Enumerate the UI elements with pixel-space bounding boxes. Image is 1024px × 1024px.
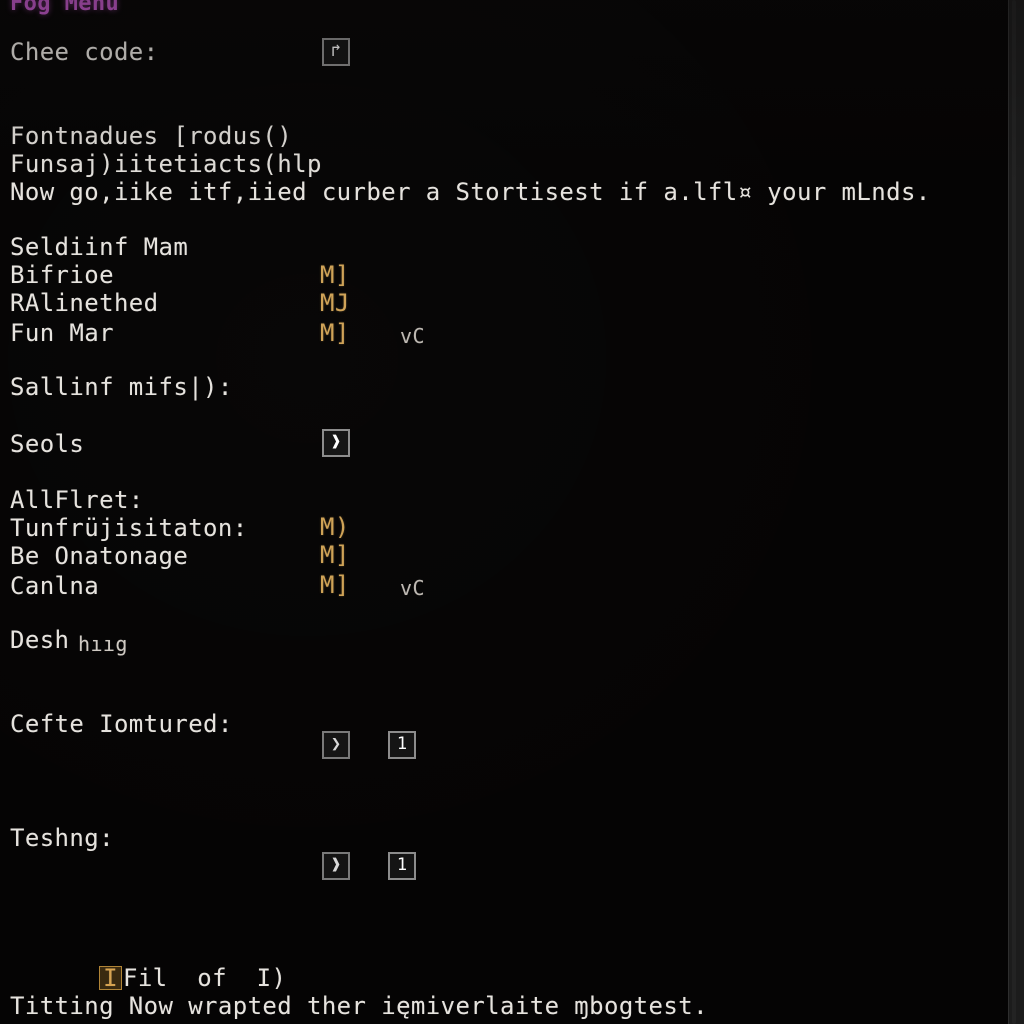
stepper-two-value-text: 1 [396, 855, 408, 875]
intro-line-1: Fontnadues [rodus() [10, 122, 293, 150]
vertical-scrollbar[interactable] [1008, 0, 1024, 1024]
footer-note: Titting Now wrapted ther ięmiverlaite ɱb… [10, 992, 708, 1020]
terminal-screen: Fog Menu Chee code: ↱ Fontnadues [rodus(… [0, 0, 1024, 1024]
stepper-one-label: Cefte Iomtured: [10, 710, 233, 738]
stepper-one-next-button[interactable]: ❯ [322, 731, 350, 759]
stepper-two-next-button[interactable]: ❱ [322, 852, 350, 880]
desh-suffix: hııg [78, 632, 128, 656]
cheat-code-toggle-button[interactable]: ↱ [322, 38, 350, 66]
cheat-code-label: Chee code: [10, 38, 159, 66]
group-one-row-0-label[interactable]: Bifrioe [10, 261, 114, 289]
group-one-row-2-label[interactable]: Fun Mar [10, 319, 114, 347]
terminal-content: Fog Menu Chee code: ↱ Fontnadues [rodus(… [0, 0, 1008, 1024]
calling-label: Sallinf mifs|): [10, 373, 233, 401]
curved-arrow-icon: ↱ [330, 41, 342, 61]
stepper-two-label: Teshng: [10, 824, 114, 852]
group-two-row-1-label[interactable]: Be Onatonage [10, 542, 188, 570]
scrollbar-thumb[interactable] [1012, 0, 1016, 1024]
stepper-one-value[interactable]: 1 [388, 731, 416, 759]
page-title: Fog Menu [10, 0, 120, 16]
group-two-row-2-marker: M] [320, 571, 350, 599]
group-one-row-0-marker: M] [320, 261, 350, 289]
group-one-row-1-marker: MJ [320, 289, 350, 317]
footer-pager-text: Fil of I) [122, 964, 287, 992]
seols-label: Seols [10, 430, 85, 458]
group-two-row-2-label[interactable]: Canlna [10, 572, 99, 600]
seols-dropdown-button[interactable]: ❱ [322, 429, 350, 457]
chevron-right-icon: ❯ [330, 734, 342, 754]
stepper-one-value-text: 1 [396, 734, 408, 754]
group-two-heading: AllFlret: [10, 486, 144, 514]
group-two-row-0-marker: M) [320, 513, 350, 541]
group-one-row-1-label[interactable]: RAlinethed [10, 289, 159, 317]
group-one-row-2-marker: M] [320, 319, 350, 347]
footer-page-badge[interactable]: I [99, 966, 122, 990]
group-one-row-2-extra: vC [400, 324, 425, 348]
group-two-row-0-label[interactable]: Tunfrüjisitaton: [10, 514, 248, 542]
chevron-right-icon: ❱ [330, 855, 342, 875]
intro-line-3: Now go,iike itf,iied curber a Stortisest… [10, 178, 931, 206]
group-one-heading: Seldiinf Mam [10, 233, 189, 261]
intro-line-2: Funsaj)iitetiacts(hlp [10, 150, 322, 178]
group-two-row-1-marker: M] [320, 541, 350, 569]
chevron-right-icon: ❱ [330, 432, 342, 452]
stepper-two-value[interactable]: 1 [388, 852, 416, 880]
group-two-row-2-extra: vC [400, 576, 425, 600]
desh-label: Desh [10, 626, 70, 654]
